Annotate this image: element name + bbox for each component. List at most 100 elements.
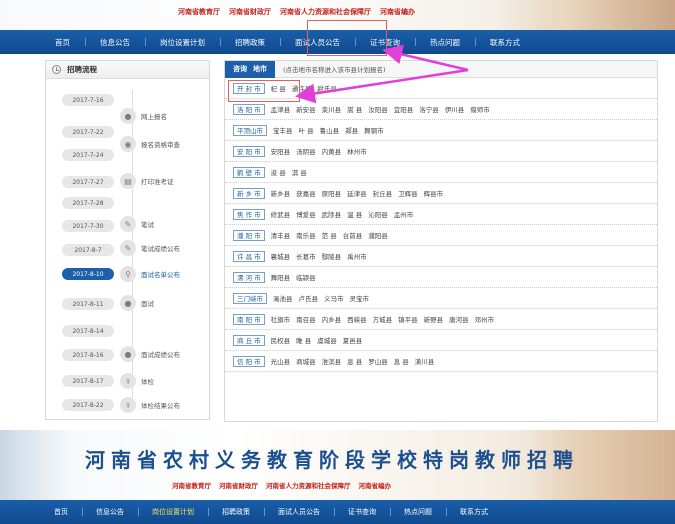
county-link[interactable]: 安阳县 <box>271 146 291 156</box>
step-print-admission[interactable]: ▤ 打印准考证 <box>120 173 174 189</box>
county-link[interactable]: 尉氏县 <box>317 83 337 93</box>
step-interview[interactable]: ● 面试 <box>120 295 154 311</box>
nav-item-positions[interactable]: 岗位设置计划 <box>145 37 220 48</box>
county-link[interactable]: 嵩 县 <box>347 104 362 114</box>
step-online-registration[interactable]: ● 网上报名 <box>120 108 167 124</box>
county-link[interactable]: 息 县 <box>394 356 409 366</box>
county-link[interactable]: 获嘉县 <box>296 188 316 198</box>
nav-item-notices[interactable]: 信息公告 <box>85 37 145 48</box>
county-link[interactable]: 修武县 <box>271 209 291 219</box>
county-link[interactable]: 林州市 <box>347 146 367 156</box>
county-link[interactable]: 灵宝市 <box>350 293 370 303</box>
county-link[interactable]: 夏邑县 <box>343 335 363 345</box>
county-link[interactable]: 淮滨县 <box>322 356 342 366</box>
county-link[interactable]: 新安县 <box>296 104 316 114</box>
county-link[interactable]: 南乐县 <box>296 230 316 240</box>
nav-item-faq[interactable]: 热点问题 <box>390 507 446 517</box>
county-link[interactable]: 孟州市 <box>394 209 414 219</box>
city-link[interactable]: 漯 河 市 <box>233 271 265 283</box>
county-link[interactable]: 罗山县 <box>368 356 388 366</box>
county-link[interactable]: 伊川县 <box>445 104 465 114</box>
county-link[interactable]: 商城县 <box>296 356 316 366</box>
county-link[interactable]: 延津县 <box>347 188 367 198</box>
nav-item-policy[interactable]: 招聘政策 <box>208 507 264 517</box>
county-link[interactable]: 镇平县 <box>398 314 418 324</box>
step-written-exam[interactable]: ✎ 笔试 <box>120 216 154 232</box>
county-link[interactable]: 新乡县 <box>271 188 291 198</box>
county-link[interactable]: 范 县 <box>322 230 337 240</box>
county-link[interactable]: 台前县 <box>343 230 363 240</box>
city-link[interactable]: 安 阳 市 <box>233 145 265 157</box>
city-link[interactable]: 三门峡市 <box>233 292 267 304</box>
county-link[interactable]: 鲁山县 <box>320 125 340 135</box>
county-link[interactable]: 睢 县 <box>296 335 311 345</box>
county-link[interactable]: 义马市 <box>324 293 344 303</box>
county-link[interactable]: 内乡县 <box>322 314 342 324</box>
county-link[interactable]: 潢川县 <box>415 356 435 366</box>
nav-item-contact[interactable]: 联系方式 <box>446 507 502 517</box>
county-link[interactable]: 沁阳县 <box>368 209 388 219</box>
city-link[interactable]: 鹤 壁 市 <box>233 166 265 178</box>
county-link[interactable]: 光山县 <box>271 356 291 366</box>
county-link[interactable]: 濮阳县 <box>368 230 388 240</box>
county-link[interactable]: 洛宁县 <box>419 104 439 114</box>
nav-item-policy[interactable]: 招聘政策 <box>220 37 280 48</box>
step-medical-exam[interactable]: ⚕ 体检 <box>120 373 154 389</box>
county-link[interactable]: 南召县 <box>296 314 316 324</box>
county-link[interactable]: 宜阳县 <box>394 104 414 114</box>
county-link[interactable]: 新野县 <box>424 314 444 324</box>
county-link[interactable]: 舞阳县 <box>271 272 291 282</box>
city-link[interactable]: 新 乡 市 <box>233 187 265 199</box>
nav-item-interview-notice[interactable]: 面试人员公告 <box>264 507 334 517</box>
county-link[interactable]: 叶 县 <box>299 125 314 135</box>
nav-item-contact[interactable]: 联系方式 <box>475 37 535 48</box>
county-link[interactable]: 汝阳县 <box>368 104 388 114</box>
county-link[interactable]: 禹州市 <box>347 251 367 261</box>
county-link[interactable]: 原阳县 <box>322 188 342 198</box>
step-qualification-review[interactable]: ◉ 报名资格审查 <box>120 136 180 152</box>
county-link[interactable]: 郏县 <box>345 125 358 135</box>
county-link[interactable]: 长葛市 <box>296 251 316 261</box>
county-link[interactable]: 孟津县 <box>271 104 291 114</box>
nav-item-positions[interactable]: 岗位设置计划 <box>138 507 208 517</box>
city-link[interactable]: 焦 作 市 <box>233 208 265 220</box>
county-link[interactable]: 方城县 <box>373 314 393 324</box>
county-link[interactable]: 浚 县 <box>271 167 286 177</box>
county-link[interactable]: 鄢陵县 <box>322 251 342 261</box>
tab-cities[interactable]: 咨询 地市 <box>225 61 275 78</box>
city-link[interactable]: 信 阳 市 <box>233 355 265 367</box>
county-link[interactable]: 卫辉县 <box>398 188 418 198</box>
county-link[interactable]: 渑池县 <box>273 293 293 303</box>
nav-item-notices[interactable]: 信息公告 <box>82 507 138 517</box>
county-link[interactable]: 民权县 <box>271 335 291 345</box>
county-link[interactable]: 栾川县 <box>322 104 342 114</box>
county-link[interactable]: 温 县 <box>347 209 362 219</box>
step-medical-results[interactable]: ⚕ 体检结果公布 <box>120 397 180 413</box>
county-link[interactable]: 社旗市 <box>271 314 291 324</box>
city-link[interactable]: 南 阳 市 <box>233 313 265 325</box>
county-link[interactable]: 淇 县 <box>292 167 307 177</box>
county-link[interactable]: 舞钢市 <box>364 125 384 135</box>
city-link[interactable]: 商 丘 市 <box>233 334 265 346</box>
city-link[interactable]: 许 昌 市 <box>233 250 265 262</box>
county-link[interactable]: 临颍县 <box>296 272 316 282</box>
county-link[interactable]: 汤阴县 <box>296 146 316 156</box>
city-link[interactable]: 平顶山市 <box>233 124 267 136</box>
county-link[interactable]: 唐河县 <box>449 314 469 324</box>
county-link[interactable]: 虞城县 <box>317 335 337 345</box>
city-link[interactable]: 濮 阳 市 <box>233 229 265 241</box>
nav-item-certificate[interactable]: 证书查询 <box>334 507 390 517</box>
county-link[interactable]: 博爱县 <box>296 209 316 219</box>
county-link[interactable]: 偃师市 <box>470 104 490 114</box>
county-link[interactable]: 宝丰县 <box>273 125 293 135</box>
county-link[interactable]: 清丰县 <box>271 230 291 240</box>
county-link[interactable]: 息 县 <box>347 356 362 366</box>
step-interview-results[interactable]: ● 面试成绩公布 <box>120 346 180 362</box>
nav-item-home[interactable]: 首页 <box>40 37 85 48</box>
step-written-results[interactable]: ✎ 笔试成绩公布 <box>120 240 180 256</box>
county-link[interactable]: 邓州市 <box>475 314 495 324</box>
county-link[interactable]: 卢氏县 <box>299 293 319 303</box>
nav-item-home[interactable]: 首页 <box>40 507 82 517</box>
county-link[interactable]: 内黄县 <box>322 146 342 156</box>
nav-item-faq[interactable]: 热点问题 <box>415 37 475 48</box>
